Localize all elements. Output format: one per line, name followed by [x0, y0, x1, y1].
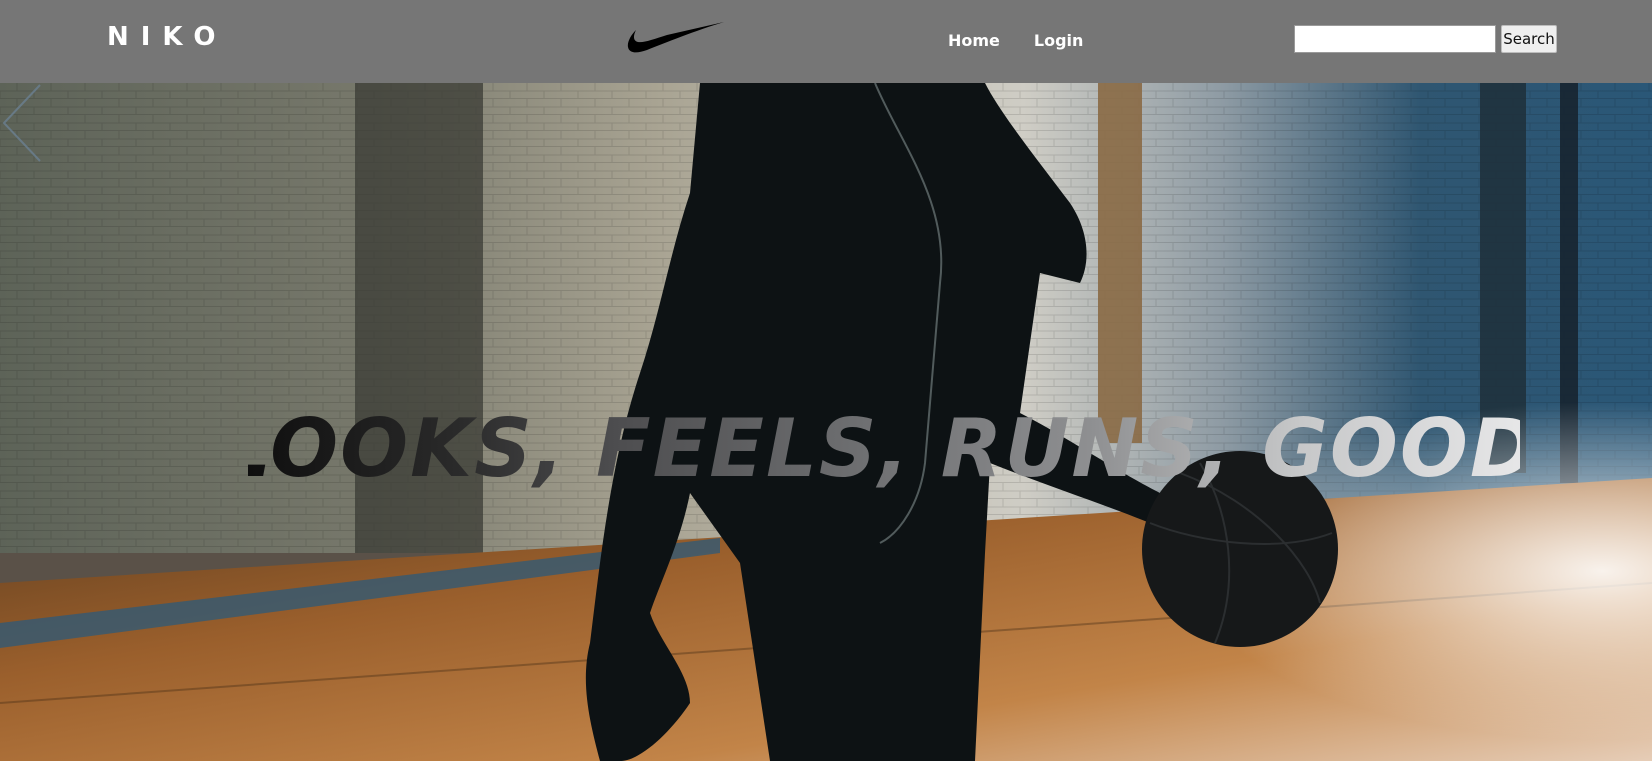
main-nav: Home Login	[948, 31, 1083, 50]
nav-home-link[interactable]: Home	[948, 31, 1000, 50]
tagline-marquee: LOOKS, FEELS, RUNS, GOOD	[248, 404, 1520, 494]
nike-swoosh-icon[interactable]	[627, 20, 725, 58]
search-input[interactable]	[1294, 25, 1496, 53]
brand-logo-text[interactable]: NIKO	[107, 22, 228, 52]
top-navbar: NIKO Home Login Search	[0, 0, 1652, 83]
hero-banner: LOOKS, FEELS, RUNS, GOOD	[0, 83, 1652, 761]
chevron-right-icon[interactable]	[0, 83, 44, 163]
nav-login-link[interactable]: Login	[1034, 31, 1084, 50]
search-button[interactable]: Search	[1501, 25, 1557, 53]
hero-tagline: LOOKS, FEELS, RUNS, GOOD	[248, 404, 1520, 494]
